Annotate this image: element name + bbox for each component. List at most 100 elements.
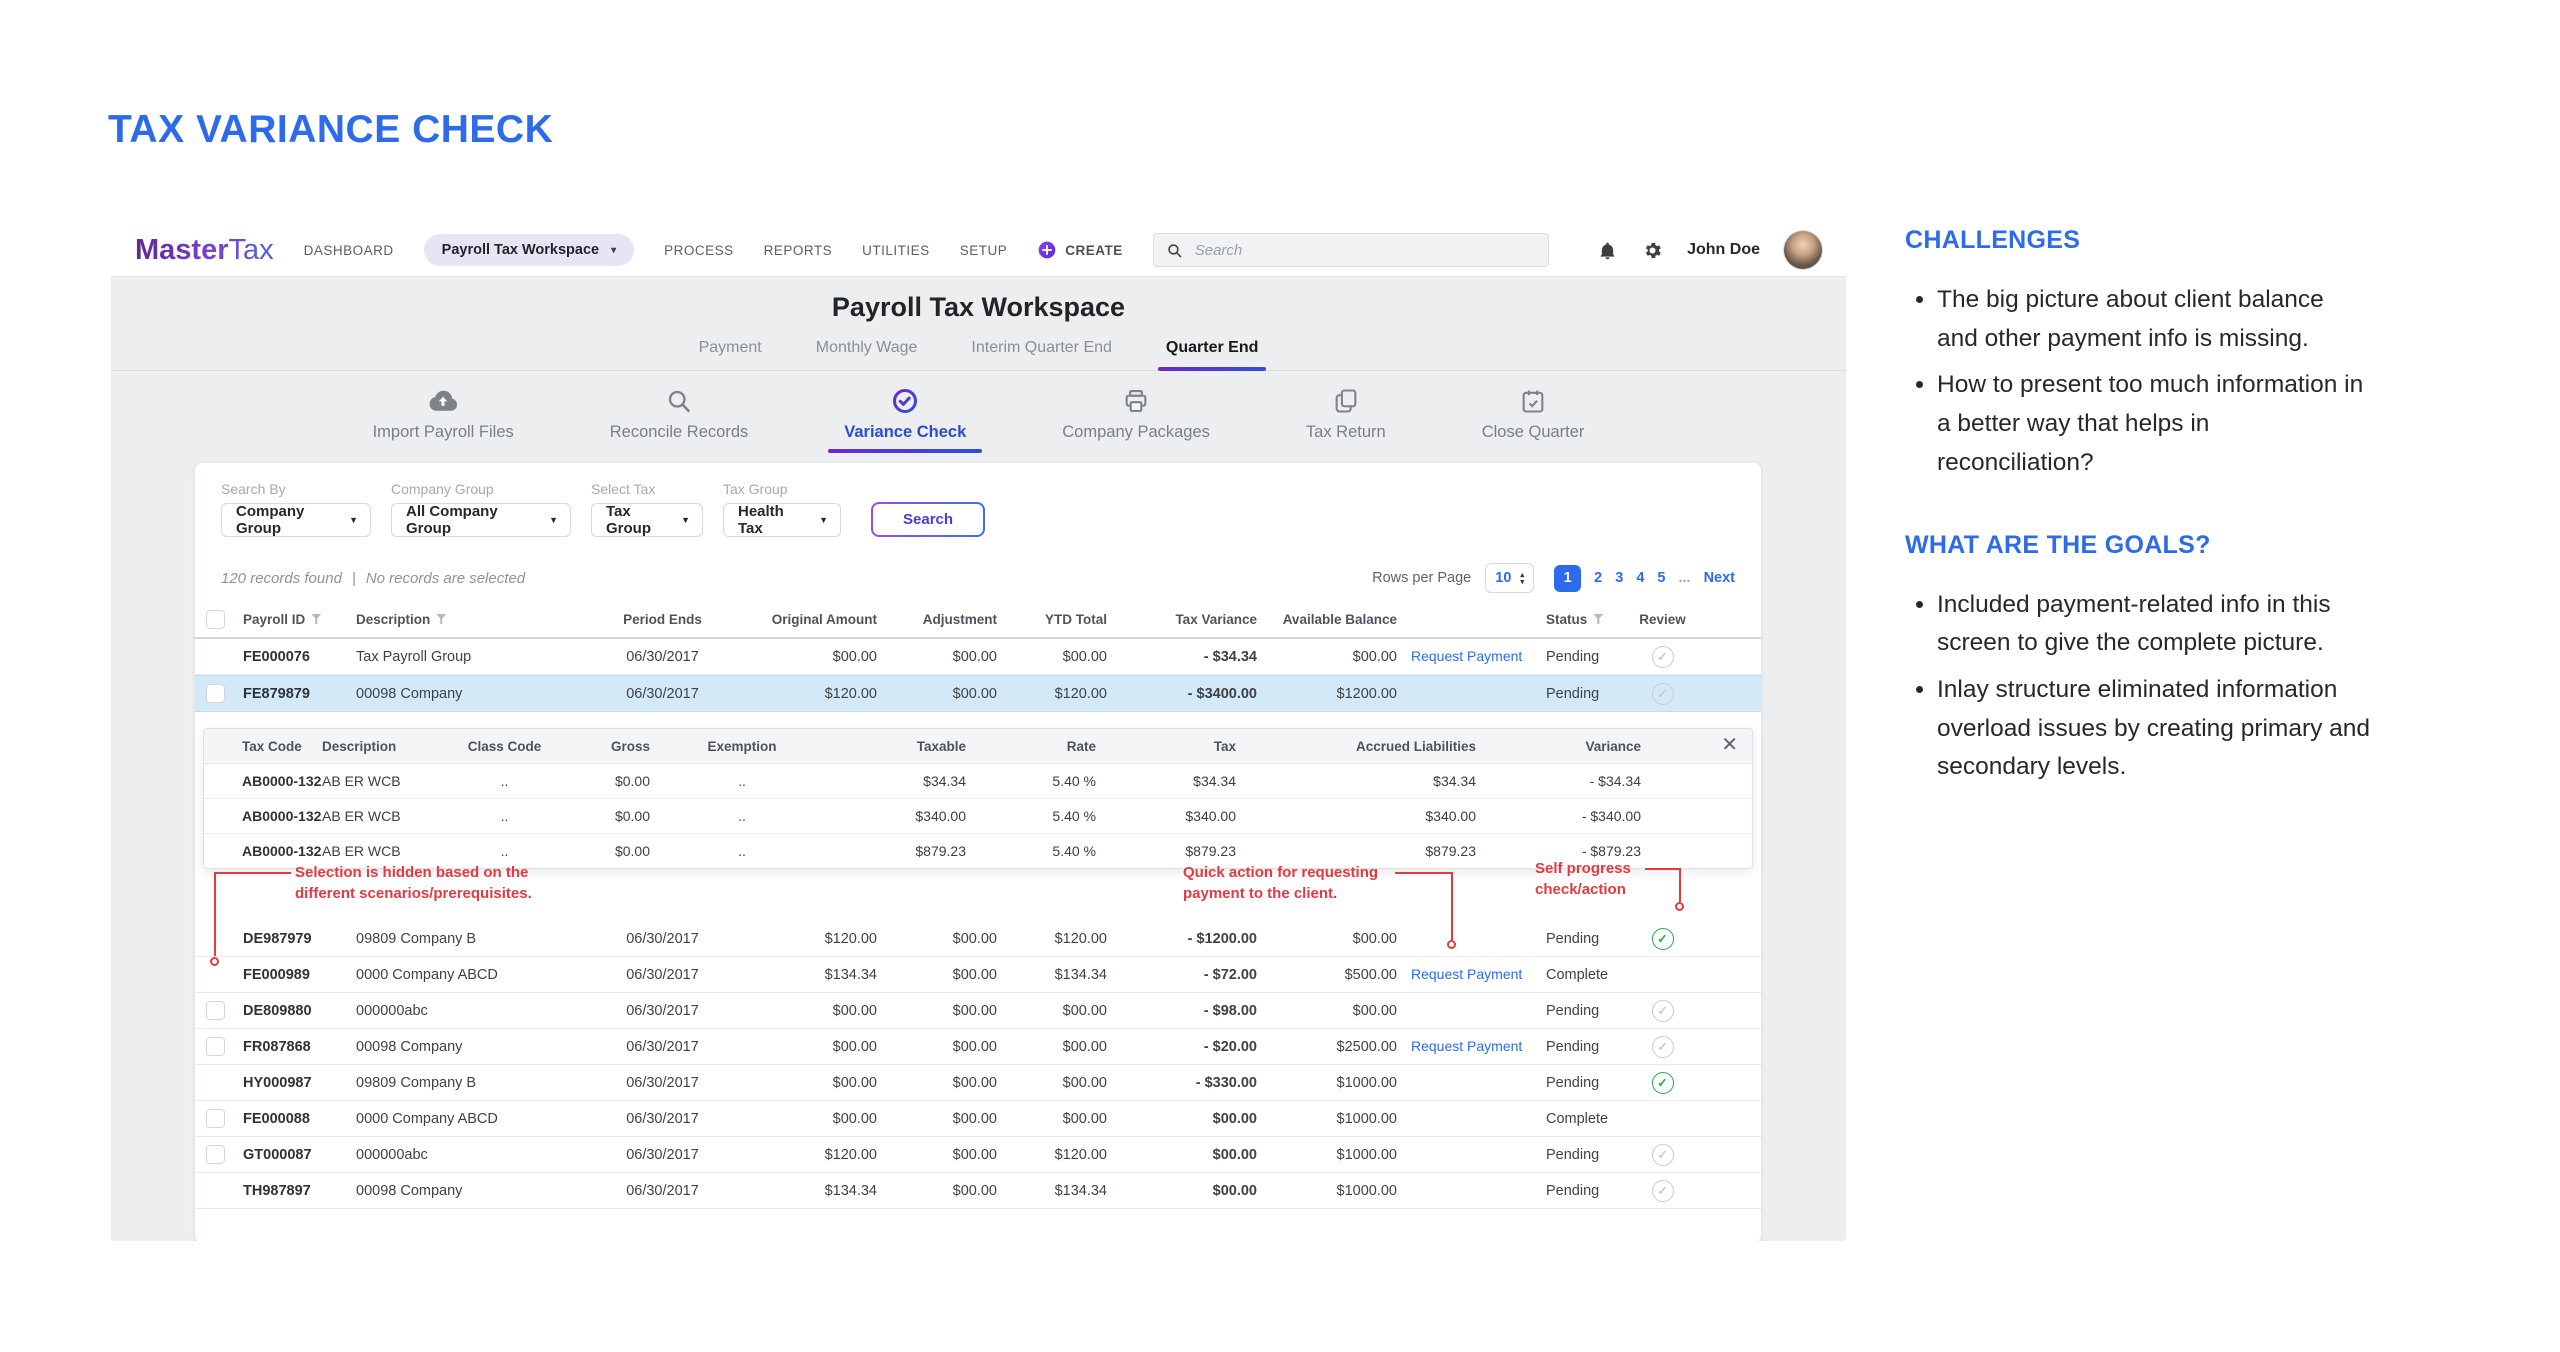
user-name[interactable]: John Doe xyxy=(1687,241,1760,259)
row-checkbox[interactable] xyxy=(206,1109,225,1128)
column-header-adjustment: Adjustment xyxy=(885,612,1005,627)
chevron-down-icon: ▼ xyxy=(681,515,690,525)
inlay-row[interactable]: AB0000-132AB ER WCB..$0.00..$34.345.40 %… xyxy=(204,764,1752,799)
table-row[interactable]: GT000087000000abc06/30/2017$120.00$00.00… xyxy=(195,1137,1761,1173)
nav-item-setup[interactable]: SETUP xyxy=(960,243,1008,258)
nav-item-utilities[interactable]: UTILITIES xyxy=(862,243,930,258)
request-payment-link[interactable]: Request Payment xyxy=(1411,1038,1522,1054)
workspace-selector-label: Payroll Tax Workspace xyxy=(442,242,599,258)
review-check-icon[interactable]: ✓ xyxy=(1652,1000,1674,1022)
table-row[interactable]: FE87987900098 Company06/30/2017$120.00$0… xyxy=(195,675,1761,712)
inlay-column-header-tax-code: Tax Code xyxy=(204,739,322,754)
toolbar-item-label: Import Payroll Files xyxy=(373,423,514,442)
tab-interim-quarter-end[interactable]: Interim Quarter End xyxy=(971,339,1112,370)
nav-item-dashboard[interactable]: DASHBOARD xyxy=(304,243,394,258)
toolbar-item-label: Company Packages xyxy=(1062,423,1210,442)
filter-select-search-by[interactable]: Company Group▼ xyxy=(221,503,371,537)
cell-taxable: $879.23 xyxy=(812,843,972,859)
review-check-icon[interactable]: ✓ xyxy=(1652,1180,1674,1202)
table-row[interactable]: FE0000880000 Company ABCD06/30/2017$00.0… xyxy=(195,1101,1761,1137)
filter-icon[interactable] xyxy=(1593,614,1603,624)
row-checkbox[interactable] xyxy=(206,1037,225,1056)
cell-period-ends: 06/30/2017 xyxy=(590,1111,735,1127)
table-row[interactable]: HY00098709809 Company B06/30/2017$00.00$… xyxy=(195,1065,1761,1101)
filter-icon[interactable] xyxy=(311,614,321,624)
table-rows-top: FE000076Tax Payroll Group06/30/2017$00.0… xyxy=(195,639,1761,712)
search-input[interactable] xyxy=(1193,241,1536,260)
table-row[interactable]: FE000076Tax Payroll Group06/30/2017$00.0… xyxy=(195,639,1761,675)
select-all-checkbox[interactable] xyxy=(206,610,225,629)
nav-items: DASHBOARD Payroll Tax Workspace▾ PROCESS RE… xyxy=(304,234,1123,266)
filter-select-select-tax[interactable]: Tax Group▼ xyxy=(591,503,703,537)
nav-item-reports[interactable]: REPORTS xyxy=(764,243,833,258)
case-study-sidebar: CHALLENGESThe big picture about client b… xyxy=(1905,226,2465,795)
column-header-label: Original Amount xyxy=(772,612,877,627)
cell-taxable: $34.34 xyxy=(812,773,972,789)
cell-rate: 5.40 % xyxy=(972,808,1102,824)
toolbar-item-company-packages[interactable]: Company Packages xyxy=(1062,386,1210,453)
review-check-icon[interactable]: ✓ xyxy=(1652,928,1674,950)
page-3[interactable]: 3 xyxy=(1615,570,1623,586)
cell-payroll-id: GT000087 xyxy=(235,1147,350,1163)
toolbar-item-reconcile-records[interactable]: Reconcile Records xyxy=(610,386,748,453)
tab-monthly-wage[interactable]: Monthly Wage xyxy=(816,339,918,370)
page-4[interactable]: 4 xyxy=(1636,570,1644,586)
toolbar-item-label: Tax Return xyxy=(1306,423,1386,442)
review-check-icon[interactable]: ✓ xyxy=(1652,1036,1674,1058)
next-page-button[interactable]: Next xyxy=(1704,570,1735,586)
tab-payment[interactable]: Payment xyxy=(699,339,762,370)
search-button[interactable]: Search xyxy=(871,502,985,537)
settings-gear-icon[interactable] xyxy=(1642,240,1663,261)
cell-payroll-id: DE809880 xyxy=(235,1003,350,1019)
close-icon[interactable]: ✕ xyxy=(1721,735,1738,755)
row-checkbox[interactable] xyxy=(206,1001,225,1020)
row-checkbox[interactable] xyxy=(206,684,225,703)
table-row[interactable]: FR08786800098 Company06/30/2017$00.00$00… xyxy=(195,1029,1761,1065)
mastertax-logo[interactable]: MasterTax xyxy=(135,234,274,267)
review-check-icon[interactable]: ✓ xyxy=(1652,1072,1674,1094)
inlay-row[interactable]: AB0000-132AB ER WCB..$0.00..$340.005.40 … xyxy=(204,799,1752,834)
table-row[interactable]: DE809880000000abc06/30/2017$00.00$00.00$… xyxy=(195,993,1761,1029)
toolbar-item-import-payroll-files[interactable]: Import Payroll Files xyxy=(373,386,514,453)
review-check-icon[interactable]: ✓ xyxy=(1652,1144,1674,1166)
toolbar-item-variance-check[interactable]: Variance Check xyxy=(844,386,966,453)
tab-quarter-end[interactable]: Quarter End xyxy=(1166,339,1258,370)
notifications-bell-icon[interactable] xyxy=(1597,240,1618,261)
request-payment-link[interactable]: Request Payment xyxy=(1411,966,1522,982)
chevron-down-icon: ▼ xyxy=(819,515,828,525)
page-5[interactable]: 5 xyxy=(1657,570,1665,586)
filter-icon[interactable] xyxy=(436,614,446,624)
create-button[interactable]: CREATE xyxy=(1037,240,1123,260)
cell-accrued-liabilities: $879.23 xyxy=(1242,843,1482,859)
review-check-icon[interactable]: ✓ xyxy=(1652,646,1674,668)
printer-icon xyxy=(1122,386,1150,416)
filter-select-company-group[interactable]: All Company Group▼ xyxy=(391,503,571,537)
workspace-selector[interactable]: Payroll Tax Workspace▾ xyxy=(424,234,634,266)
user-avatar[interactable] xyxy=(1784,231,1822,269)
toolbar-item-tax-return[interactable]: Tax Return xyxy=(1306,386,1386,453)
column-header-label: Tax Variance xyxy=(1175,612,1257,627)
review-check-icon[interactable]: ✓ xyxy=(1652,683,1674,705)
table-row[interactable]: DE98797909809 Company B06/30/2017$120.00… xyxy=(195,921,1761,957)
cell-tax-code: AB0000-132 xyxy=(204,773,322,789)
row-checkbox-cell xyxy=(195,1001,235,1020)
nav-item-process[interactable]: PROCESS xyxy=(664,243,734,258)
page-1[interactable]: 1 xyxy=(1554,565,1581,592)
table-header-row: Payroll IDDescriptionPeriod EndsOriginal… xyxy=(195,601,1761,639)
request-payment-link[interactable]: Request Payment xyxy=(1411,648,1522,664)
rows-per-page-select[interactable]: 10 ▴▾ xyxy=(1485,563,1534,593)
toolbar-item-close-quarter[interactable]: Close Quarter xyxy=(1482,386,1585,453)
cell-period-ends: 06/30/2017 xyxy=(590,967,735,983)
table-row[interactable]: TH98789700098 Company06/30/2017$134.34$0… xyxy=(195,1173,1761,1209)
filter-select-tax-group[interactable]: Health Tax▼ xyxy=(723,503,841,537)
pagination: Rows per Page 10 ▴▾ 12345...Next xyxy=(1372,563,1735,593)
inlay-row[interactable]: AB0000-132AB ER WCB..$0.00..$879.235.40 … xyxy=(204,834,1752,868)
row-checkbox[interactable] xyxy=(206,1145,225,1164)
page-2[interactable]: 2 xyxy=(1594,570,1602,586)
cell-period-ends: 06/30/2017 xyxy=(590,1147,735,1163)
cell-status: Complete xyxy=(1540,1111,1635,1127)
table-row[interactable]: FE0009890000 Company ABCD06/30/2017$134.… xyxy=(195,957,1761,993)
top-navbar: MasterTax DASHBOARD Payroll Tax Workspace… xyxy=(111,224,1846,277)
nav-right: John Doe xyxy=(1597,231,1822,269)
filter-label: Tax Group xyxy=(723,481,841,497)
